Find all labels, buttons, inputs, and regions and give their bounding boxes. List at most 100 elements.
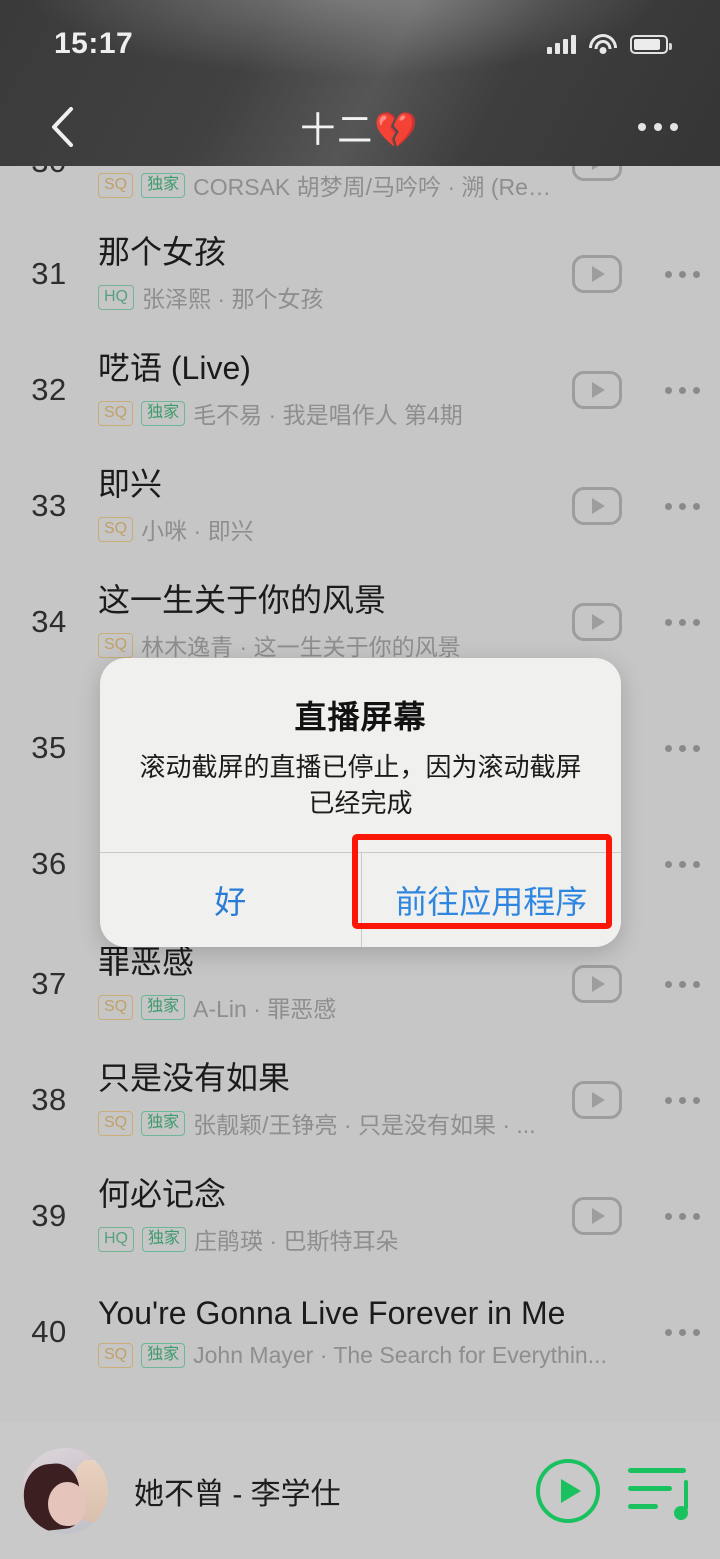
track-title: 只是没有如果 xyxy=(98,1059,291,1096)
quality-badge: SQ xyxy=(98,994,134,1020)
quality-badge: SQ xyxy=(98,1342,134,1368)
track-index: 35 xyxy=(31,730,67,765)
quality-badge: SQ xyxy=(98,400,134,426)
exclusive-badge: 独家 xyxy=(141,1110,186,1136)
mv-play-button[interactable] xyxy=(564,1183,630,1249)
track-subtitle: 庄鹃瑛 · 巴斯特耳朵 xyxy=(194,1228,399,1255)
mv-play-button[interactable] xyxy=(564,951,630,1017)
play-button[interactable] xyxy=(536,1458,600,1523)
quality-badge: SQ xyxy=(98,172,134,198)
exclusive-badge: 独家 xyxy=(141,994,186,1020)
mv-play-icon xyxy=(572,487,622,525)
more-options-icon xyxy=(638,123,646,131)
mv-play-button[interactable] xyxy=(564,357,630,423)
mv-play-icon xyxy=(572,1081,622,1119)
track-more-button[interactable] xyxy=(644,1212,720,1220)
exclusive-badge: 独家 xyxy=(141,400,186,426)
wifi-icon xyxy=(589,33,617,55)
track-more-button[interactable] xyxy=(644,1096,720,1104)
play-circle-icon xyxy=(561,1478,581,1503)
mv-play-button[interactable] xyxy=(564,166,630,195)
mv-play-button[interactable] xyxy=(564,241,630,307)
back-chevron-icon xyxy=(52,107,73,147)
mv-play-icon xyxy=(572,965,622,1003)
track-index: 34 xyxy=(31,604,67,639)
table-row[interactable]: 39 何必记念 HQ 独家 庄鹃瑛 · 巴斯特耳朵 xyxy=(0,1158,720,1274)
mv-play-button[interactable] xyxy=(564,1067,630,1133)
track-subtitle: A-Lin · 罪恶感 xyxy=(193,996,337,1023)
track-index: 39 xyxy=(31,1198,67,1233)
mini-player-bar[interactable]: 她不曾 - 李学仕 xyxy=(0,1422,720,1559)
table-row[interactable]: 40 You're Gonna Live Forever in Me SQ 独家… xyxy=(0,1274,720,1390)
track-index: 38 xyxy=(31,1082,67,1117)
track-more-button[interactable] xyxy=(644,860,720,868)
mv-play-icon xyxy=(572,1197,622,1235)
track-more-button[interactable] xyxy=(644,502,720,510)
more-options-button[interactable] xyxy=(632,109,684,145)
dialog-actions: 好 前往应用程序 xyxy=(100,851,622,947)
exclusive-badge: 独家 xyxy=(141,1342,186,1368)
track-subtitle: John Mayer · The Search for Everythin... xyxy=(193,1341,607,1368)
status-bar-indicators xyxy=(547,33,672,55)
track-index: 30 xyxy=(0,166,98,180)
track-index: 31 xyxy=(31,256,67,291)
track-more-button[interactable] xyxy=(644,270,720,278)
track-title: 何必记念 xyxy=(98,1175,227,1212)
track-title: 那个女孩 xyxy=(98,233,227,270)
back-button[interactable] xyxy=(36,101,88,153)
track-subtitle: 张泽熙 · 那个女孩 xyxy=(142,286,324,313)
broadcast-screen-dialog: 直播屏幕 滚动截屏的直播已停止，因为滚动截屏已经完成 好 前往应用程序 xyxy=(100,658,621,947)
track-index: 37 xyxy=(31,966,67,1001)
list-item-partial[interactable]: 30 SQ 独家 CORSAK 胡梦周/马吟吟 · 溯 (Rev... xyxy=(0,166,720,220)
table-row[interactable]: 32 呓语 (Live) SQ 独家 毛不易 · 我是唱作人 第4期 xyxy=(0,332,720,448)
page-title: 十二💔 xyxy=(300,110,420,150)
now-playing-track: 她不曾 - 李学仕 xyxy=(134,1477,341,1511)
cellular-signal-icon xyxy=(547,34,576,54)
track-subtitle: 小咪 · 即兴 xyxy=(141,518,254,545)
mv-play-icon xyxy=(572,166,622,181)
quality-badge: HQ xyxy=(98,1226,134,1252)
quality-badge: HQ xyxy=(98,284,134,310)
track-more-button[interactable] xyxy=(644,618,720,626)
battery-icon xyxy=(630,34,672,54)
track-more-button[interactable] xyxy=(644,744,720,752)
dialog-go-to-app-button[interactable]: 前往应用程序 xyxy=(360,852,622,947)
track-title: 这一生关于你的风景 xyxy=(98,581,387,618)
navigation-bar: 十二💔 xyxy=(0,88,720,166)
avatar[interactable] xyxy=(22,1447,108,1534)
playlist-queue-button[interactable] xyxy=(628,1462,690,1520)
dialog-title: 直播屏幕 xyxy=(294,699,427,735)
dialog-ok-button[interactable]: 好 xyxy=(100,853,361,947)
track-title: 即兴 xyxy=(98,465,163,502)
mv-play-icon xyxy=(572,371,622,409)
status-bar-clock: 15:17 xyxy=(54,27,134,60)
status-bar: 15:17 xyxy=(0,22,720,66)
dialog-message: 滚动截屏的直播已停止，因为滚动截屏已经完成 xyxy=(139,752,582,818)
track-title: 呓语 (Live) xyxy=(98,349,251,386)
track-index: 40 xyxy=(31,1314,67,1349)
app-header: 15:17 十二💔 xyxy=(0,0,720,166)
mv-play-button[interactable] xyxy=(564,473,630,539)
track-subtitle: 张靓颖/王铮亮 · 只是没有如果 · ... xyxy=(193,1112,536,1139)
dialog-body: 直播屏幕 滚动截屏的直播已停止，因为滚动截屏已经完成 xyxy=(100,658,621,852)
track-title: 罪恶感 xyxy=(98,943,195,980)
track-more-button[interactable] xyxy=(644,980,720,988)
track-more-button[interactable] xyxy=(644,1328,720,1336)
track-subtitle: CORSAK 胡梦周/马吟吟 · 溯 (Rev... xyxy=(193,174,556,201)
mv-play-icon xyxy=(572,255,622,293)
table-row[interactable]: 33 即兴 SQ 小咪 · 即兴 xyxy=(0,448,720,564)
track-index: 33 xyxy=(31,488,67,523)
table-row[interactable]: 38 只是没有如果 SQ 独家 张靓颖/王铮亮 · 只是没有如果 · ... xyxy=(0,1042,720,1158)
track-more-button[interactable] xyxy=(644,386,720,394)
quality-badge: SQ xyxy=(98,632,134,658)
track-subtitle: 毛不易 · 我是唱作人 第4期 xyxy=(193,402,463,429)
track-index: 32 xyxy=(31,372,67,407)
mv-play-icon xyxy=(572,603,622,641)
exclusive-badge: 独家 xyxy=(142,1226,187,1252)
quality-badge: SQ xyxy=(98,516,134,542)
track-title: You're Gonna Live Forever in Me xyxy=(98,1295,566,1332)
quality-badge: SQ xyxy=(98,1110,134,1136)
table-row[interactable]: 31 那个女孩 HQ 张泽熙 · 那个女孩 xyxy=(0,216,720,332)
exclusive-badge: 独家 xyxy=(141,172,186,198)
mv-play-button[interactable] xyxy=(564,589,630,655)
